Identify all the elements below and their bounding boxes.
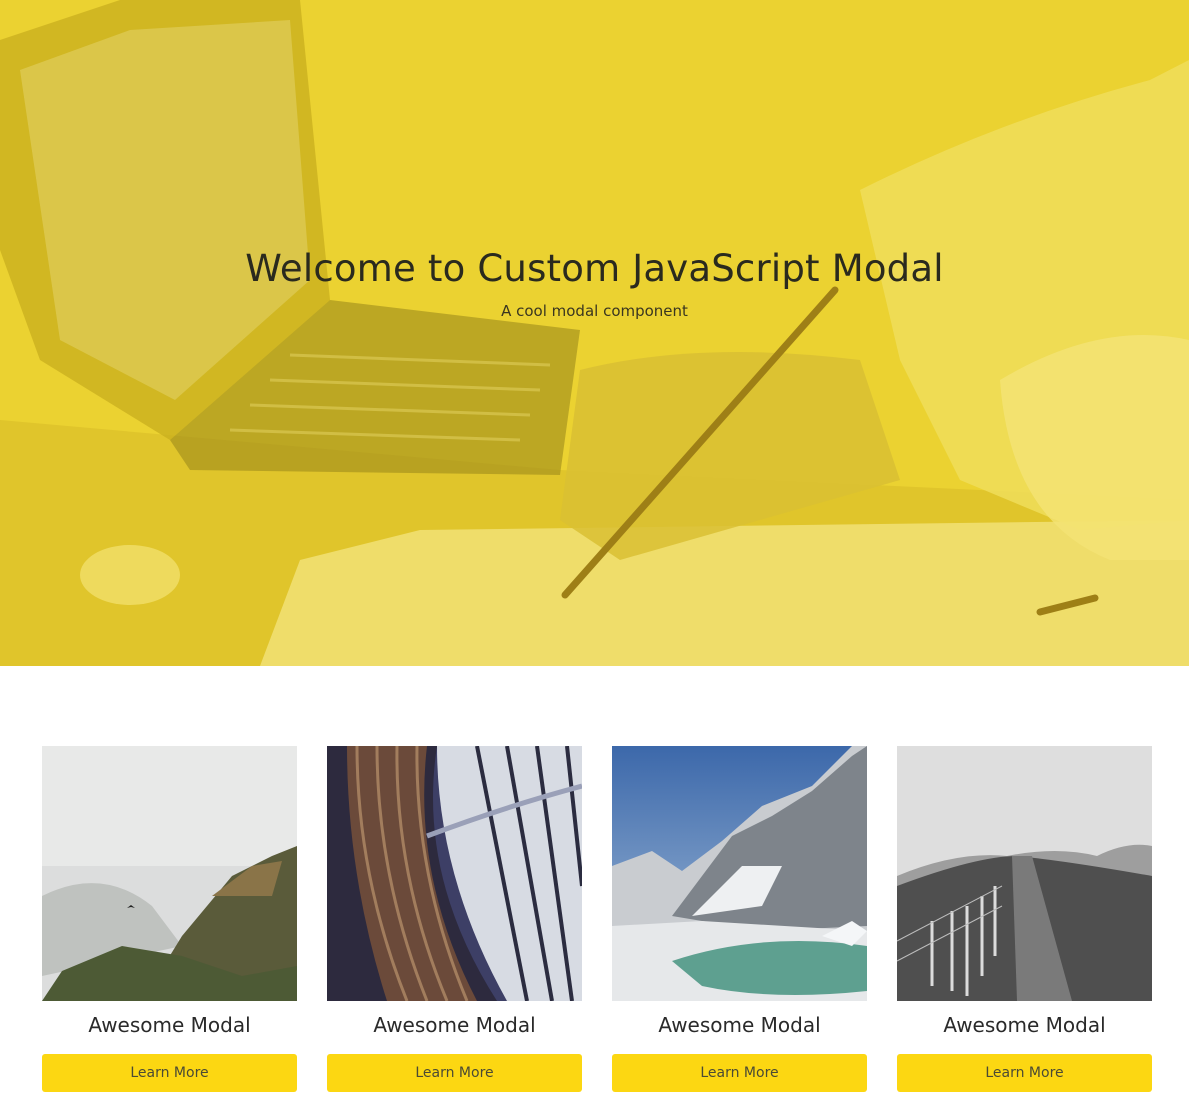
hero-background-image [0, 0, 1189, 666]
card-title: Awesome Modal [658, 1013, 821, 1037]
card: Awesome Modal Learn More [612, 746, 867, 1094]
learn-more-button[interactable]: Learn More [42, 1054, 297, 1092]
learn-more-button[interactable]: Learn More [327, 1054, 582, 1092]
card-title: Awesome Modal [88, 1013, 251, 1037]
card: Awesome Modal Learn More [327, 746, 582, 1094]
grayscale-hill-fence-photo [897, 746, 1152, 1001]
card: Awesome Modal Learn More [897, 746, 1152, 1094]
page-subtitle: A cool modal component [501, 302, 688, 320]
card: Awesome Modal Learn More [42, 746, 297, 1094]
misty-mountain-photo [42, 746, 297, 1001]
card-title: Awesome Modal [943, 1013, 1106, 1037]
page-title: Welcome to Custom JavaScript Modal [245, 247, 944, 290]
learn-more-button[interactable]: Learn More [897, 1054, 1152, 1092]
learn-more-button[interactable]: Learn More [612, 1054, 867, 1092]
snowy-peaks-lake-photo [612, 746, 867, 1001]
card-grid: Awesome Modal Learn More Awesome Modal L… [42, 746, 1153, 1096]
hero-banner: Welcome to Custom JavaScript Modal A coo… [0, 0, 1189, 666]
library-bookshelves-photo [327, 746, 582, 1001]
card-title: Awesome Modal [373, 1013, 536, 1037]
